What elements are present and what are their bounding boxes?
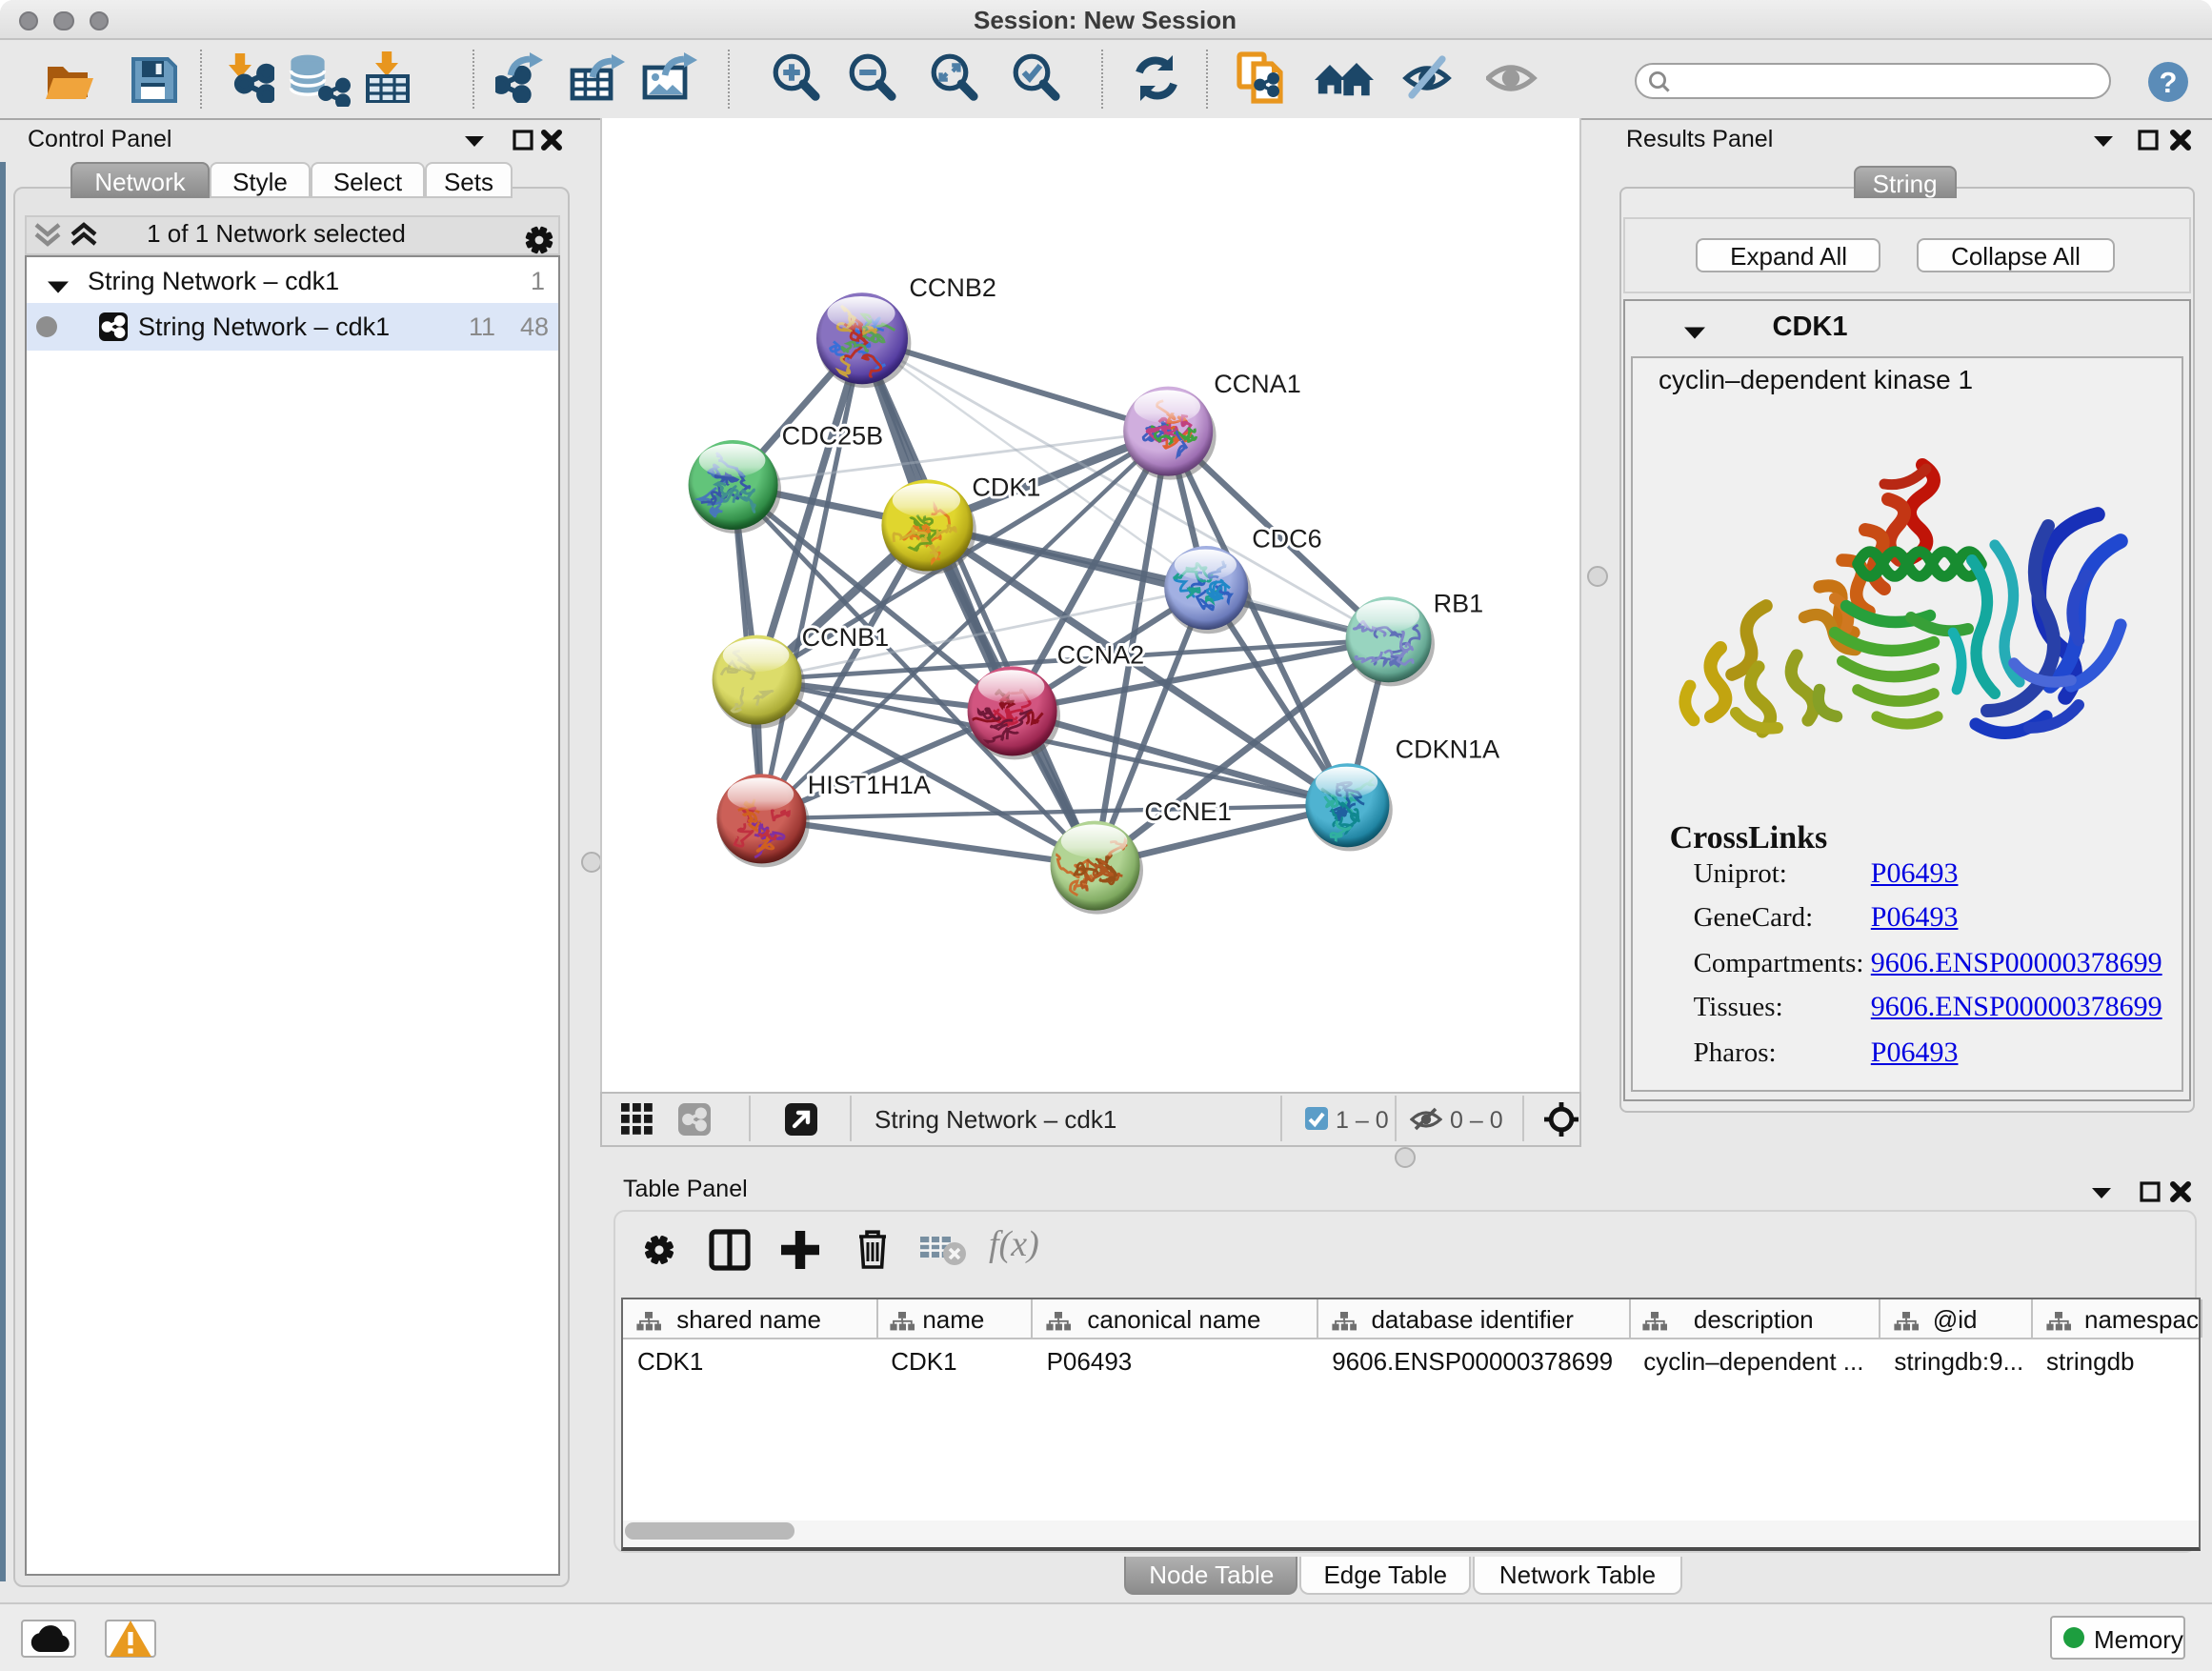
svg-text:HIST1H1A: HIST1H1A (807, 770, 930, 798)
svg-text:?: ? (2160, 66, 2178, 99)
svg-text:CDC6: CDC6 (1251, 523, 1321, 552)
svg-text:CCNB2: CCNB2 (908, 272, 995, 301)
svg-text:CCNA2: CCNA2 (1056, 640, 1144, 669)
svg-text:CCNE1: CCNE1 (1143, 796, 1231, 825)
svg-text:CCNB1: CCNB1 (801, 622, 889, 651)
svg-text:CDKN1A: CDKN1A (1395, 734, 1499, 762)
svg-text:RB1: RB1 (1433, 589, 1483, 617)
svg-text:CDC25B: CDC25B (781, 420, 883, 449)
svg-text:CDK1: CDK1 (971, 472, 1039, 500)
svg-text:CCNA1: CCNA1 (1213, 369, 1300, 397)
